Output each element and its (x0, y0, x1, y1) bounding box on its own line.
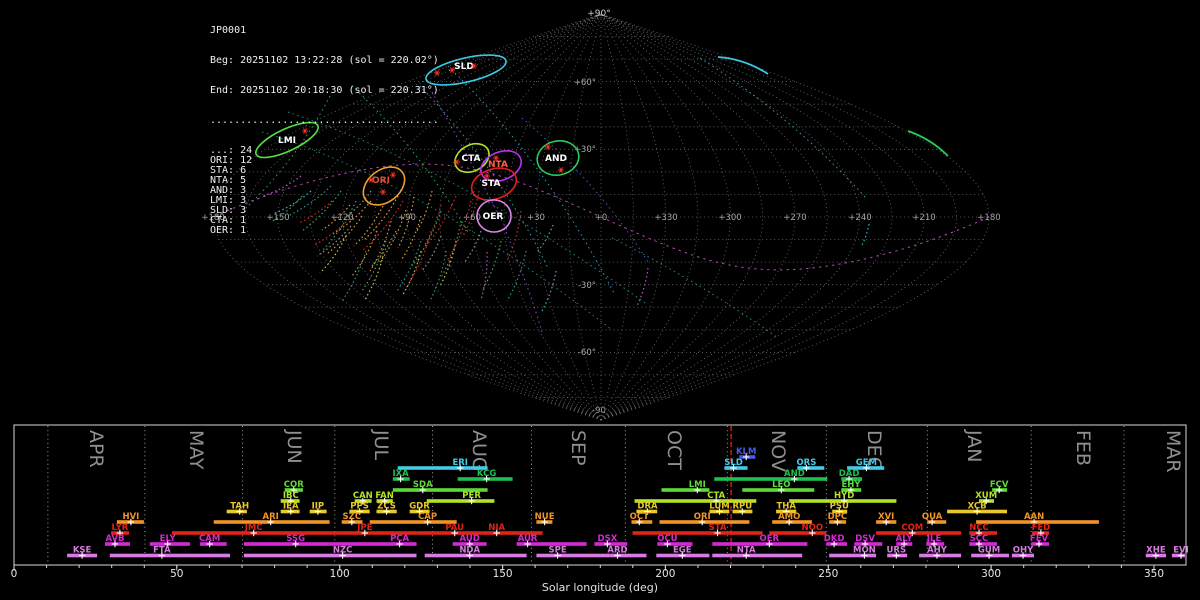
month-label: MAY (185, 430, 207, 470)
month-label: MAR (1162, 430, 1184, 473)
month-label: JUN (283, 429, 305, 464)
axis-tick-label: 350 (1144, 568, 1164, 580)
axis-tick-label: 100 (330, 568, 350, 580)
ra-tick-label: +270 (783, 213, 806, 223)
radiant-edge-arc (907, 130, 949, 157)
south-pole-label: -90 (592, 406, 606, 416)
radiant-label-and: AND (545, 154, 567, 164)
axis-tick-label: 250 (818, 568, 838, 580)
radiant-label-cta: CTA (461, 154, 480, 164)
radiant-edge-arc (717, 56, 769, 75)
shower-bar-nta (712, 553, 803, 558)
ra-tick-label: +180 (977, 213, 1000, 223)
shower-row: IXA KCG AND DAD (392, 469, 863, 483)
axis-tick-label: 50 (170, 568, 183, 580)
station-id: JP0001 (210, 25, 247, 36)
radiant-label-sta: STA (482, 179, 501, 189)
shower-bar-cap (369, 520, 457, 524)
activity-timeline: APR MAY JUN JUL AUG SEP OCT NOV DEC JAN FEB MARKLME… (11, 424, 1189, 594)
ra-tick-label: +330 (654, 213, 677, 223)
month-label: AUG (468, 430, 490, 472)
dec-tick-label: -30° (578, 281, 596, 291)
axis-tick-label: 200 (655, 568, 675, 580)
shower-count-list: ...: 24 ORI: 12 STA: 6 NTA: 5 AND: 3 LMI: 3 SL… (210, 146, 439, 236)
ra-tick-label: +30 (527, 213, 545, 223)
axis-tick-label: 150 (493, 568, 513, 580)
separator-dots: ...................................... (210, 115, 439, 126)
meteor-observation-screen: +180 +150 +120 +90 +60 +30 +0 +330 +300 +270 +240 +… (0, 0, 1200, 600)
ra-tick-label: +210 (912, 213, 935, 223)
sky-and-timeline-plot: +180 +150 +120 +90 +60 +30 +0 +330 +300 +270 +240 +… (11, 9, 1189, 594)
count-line: OER: 1 (210, 225, 247, 236)
ra-tick-label: +300 (718, 213, 741, 223)
axis-tick-label: 0 (11, 568, 18, 580)
begin-time-line: Beg: 20251102 13:22:28 (sol = 220.02°) (210, 55, 439, 66)
ra-tick-label: +240 (848, 213, 871, 223)
month-label: FEB (1072, 430, 1094, 466)
north-pole-label: +90° (587, 9, 611, 19)
radiant-label-oer: OER (483, 212, 504, 222)
axis-tick-label: 300 (981, 568, 1001, 580)
month-label: JAN (963, 429, 985, 462)
dec-tick-label: +60° (574, 78, 596, 88)
shower-row: HVI ARI SZC CAP NUE OCT ORI AMO DPC XVI QUA AAN (116, 512, 1099, 526)
month-label: NOV (767, 430, 789, 472)
radiant-label-sld: SLD (454, 62, 474, 72)
shower-bar-per (426, 499, 495, 503)
month-label: JUL (370, 429, 392, 461)
shower-bar-sta (632, 531, 763, 535)
end-time-line: End: 20251102 20:18:30 (sol = 220.31°) (210, 85, 439, 96)
month-label: SEP (567, 430, 589, 466)
axis-title: Solar longitude (deg) (542, 581, 658, 594)
shower-bar-eri (397, 466, 488, 470)
month-label: OCT (663, 430, 685, 470)
info-panel: JP0001 Beg: 20251102 13:22:28 (sol = 220… (210, 6, 439, 256)
shower-row: KSE FTA NZC NDA SPE ARD EGE NTA MON URS AHY GUM OHY X… (67, 545, 1189, 559)
shower-bar-and (714, 477, 828, 481)
shower-bar-nzc (243, 553, 417, 558)
shower-row: AVB ELY CAM SSG PCA AUD AUR DSX OCU OER DKD DSV ALY J… (104, 534, 1050, 548)
month-label: APR (85, 430, 107, 468)
shower-bar-spe (536, 553, 610, 558)
dec-tick-label: -60° (578, 348, 596, 358)
